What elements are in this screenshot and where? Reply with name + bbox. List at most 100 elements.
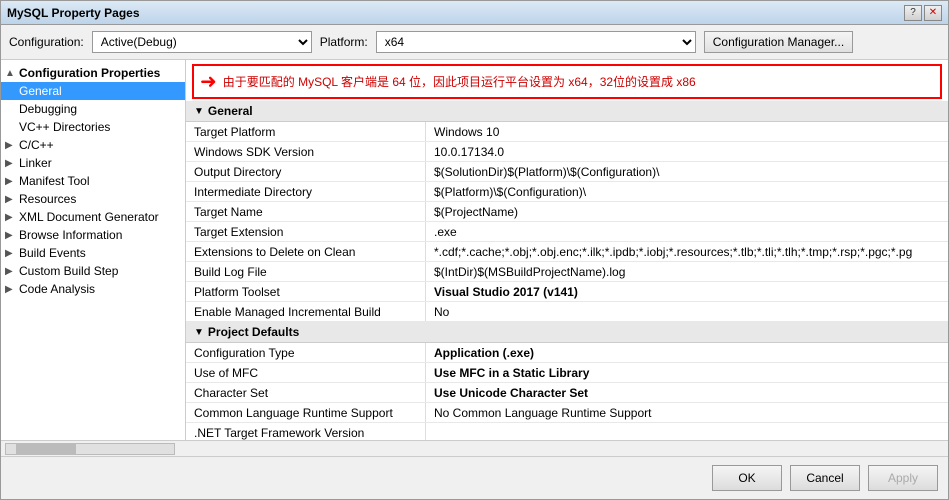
prop-name: .NET Target Framework Version <box>186 423 426 440</box>
prop-value: $(Platform)\$(Configuration)\ <box>426 182 948 201</box>
prop-value: *.cdf;*.cache;*.obj;*.obj.enc;*.ilk;*.ip… <box>426 242 948 261</box>
prop-name: Common Language Runtime Support <box>186 403 426 422</box>
prop-build-log: Build Log File $(IntDir)$(MSBuildProject… <box>186 262 948 282</box>
scrollbar-track[interactable] <box>5 443 175 455</box>
prop-target-platform: Target Platform Windows 10 <box>186 122 948 142</box>
build-expand-icon: ▶ <box>5 248 19 259</box>
tree-item-manifest-tool[interactable]: ▶ Manifest Tool <box>1 172 185 190</box>
tree-item-custom-build-label: Custom Build Step <box>19 264 118 278</box>
prop-value: Use Unicode Character Set <box>426 383 948 402</box>
prop-output-dir: Output Directory $(SolutionDir)$(Platfor… <box>186 162 948 182</box>
prop-name: Target Name <box>186 202 426 221</box>
prop-use-mfc: Use of MFC Use MFC in a Static Library <box>186 363 948 383</box>
tree-item-browse-label: Browse Information <box>19 228 122 242</box>
config-label: Configuration: <box>9 35 84 49</box>
tree-item-linker[interactable]: ▶ Linker <box>1 154 185 172</box>
prop-name: Target Extension <box>186 222 426 241</box>
prop-value: 10.0.17134.0 <box>426 142 948 161</box>
apply-button[interactable]: Apply <box>868 465 938 491</box>
tree-item-build-events-label: Build Events <box>19 246 86 260</box>
general-section-label: General <box>208 104 253 118</box>
tree-item-cpp[interactable]: ▶ C/C++ <box>1 136 185 154</box>
tree-item-browse-info[interactable]: ▶ Browse Information <box>1 226 185 244</box>
prop-value: No <box>426 302 948 321</box>
prop-value: $(SolutionDir)$(Platform)\$(Configuratio… <box>426 162 948 181</box>
prop-value: $(IntDir)$(MSBuildProjectName).log <box>426 262 948 281</box>
close-button[interactable]: ✕ <box>924 5 942 21</box>
general-collapse-icon: ▼ <box>194 106 204 117</box>
scrollbar-thumb[interactable] <box>16 444 76 454</box>
prop-intermediate-dir: Intermediate Directory $(Platform)\$(Con… <box>186 182 948 202</box>
tree-panel: ▲ Configuration Properties General Debug… <box>1 60 186 440</box>
annotation-arrow: ➜ <box>200 69 217 94</box>
defaults-collapse-icon: ▼ <box>194 327 204 338</box>
config-manager-button[interactable]: Configuration Manager... <box>704 31 853 53</box>
prop-value: .exe <box>426 222 948 241</box>
project-defaults-label: Project Defaults <box>208 325 299 339</box>
prop-value <box>426 423 948 440</box>
help-button[interactable]: ? <box>904 5 922 21</box>
prop-name: Build Log File <box>186 262 426 281</box>
prop-name: Windows SDK Version <box>186 142 426 161</box>
tree-item-general-label: General <box>19 84 62 98</box>
properties-panel: ➜ 由于要匹配的 MySQL 客户端是 64 位，因此项目运行平台设置为 x64… <box>186 60 948 440</box>
manifest-expand-icon: ▶ <box>5 176 19 187</box>
prop-name: Platform Toolset <box>186 282 426 301</box>
ok-button[interactable]: OK <box>712 465 782 491</box>
prop-value: No Common Language Runtime Support <box>426 403 948 422</box>
tree-item-resources-label: Resources <box>19 192 76 206</box>
tree-item-xml-doc-label: XML Document Generator <box>19 210 159 224</box>
prop-name: Extensions to Delete on Clean <box>186 242 426 261</box>
title-bar-buttons: ? ✕ <box>904 5 942 21</box>
tree-root[interactable]: ▲ Configuration Properties <box>1 64 185 82</box>
prop-name: Use of MFC <box>186 363 426 382</box>
expand-icon: ▲ <box>5 68 19 79</box>
tree-item-custom-build[interactable]: ▶ Custom Build Step <box>1 262 185 280</box>
footer: OK Cancel Apply <box>1 456 948 499</box>
tree-item-resources[interactable]: ▶ Resources <box>1 190 185 208</box>
general-section-header: ▼ General <box>186 101 948 122</box>
prop-platform-toolset: Platform Toolset Visual Studio 2017 (v14… <box>186 282 948 302</box>
prop-config-type: Configuration Type Application (.exe) <box>186 343 948 363</box>
title-bar: MySQL Property Pages ? ✕ <box>1 1 948 25</box>
resources-expand-icon: ▶ <box>5 194 19 205</box>
tree-item-linker-label: Linker <box>19 156 52 170</box>
prop-value: $(ProjectName) <box>426 202 948 221</box>
toolbar: Configuration: Active(Debug) Platform: x… <box>1 25 948 60</box>
tree-item-general[interactable]: General <box>1 82 185 100</box>
cpp-expand-icon: ▶ <box>5 140 19 151</box>
tree-item-xml-doc[interactable]: ▶ XML Document Generator <box>1 208 185 226</box>
prop-value: Visual Studio 2017 (v141) <box>426 282 948 301</box>
prop-clr-support: Common Language Runtime Support No Commo… <box>186 403 948 423</box>
prop-name: Enable Managed Incremental Build <box>186 302 426 321</box>
annotation-box: ➜ 由于要匹配的 MySQL 客户端是 64 位，因此项目运行平台设置为 x64… <box>192 64 942 99</box>
prop-sdk-version: Windows SDK Version 10.0.17134.0 <box>186 142 948 162</box>
main-window: MySQL Property Pages ? ✕ Configuration: … <box>0 0 949 500</box>
prop-char-set: Character Set Use Unicode Character Set <box>186 383 948 403</box>
prop-name: Configuration Type <box>186 343 426 362</box>
scrollbar-area <box>1 440 948 456</box>
prop-value: Windows 10 <box>426 122 948 141</box>
tree-item-code-analysis[interactable]: ▶ Code Analysis <box>1 280 185 298</box>
tree-item-debugging[interactable]: Debugging <box>1 100 185 118</box>
prop-target-name: Target Name $(ProjectName) <box>186 202 948 222</box>
prop-extensions-delete: Extensions to Delete on Clean *.cdf;*.ca… <box>186 242 948 262</box>
code-expand-icon: ▶ <box>5 284 19 295</box>
platform-select[interactable]: x64 <box>376 31 696 53</box>
config-select[interactable]: Active(Debug) <box>92 31 312 53</box>
annotation-text: 由于要匹配的 MySQL 客户端是 64 位，因此项目运行平台设置为 x64，3… <box>223 73 696 90</box>
tree-item-manifest-label: Manifest Tool <box>19 174 89 188</box>
linker-expand-icon: ▶ <box>5 158 19 169</box>
prop-target-ext: Target Extension .exe <box>186 222 948 242</box>
tree-item-build-events[interactable]: ▶ Build Events <box>1 244 185 262</box>
tree-item-vcpp-dirs[interactable]: VC++ Directories <box>1 118 185 136</box>
prop-net-framework: .NET Target Framework Version <box>186 423 948 440</box>
platform-label: Platform: <box>320 35 368 49</box>
prop-name: Intermediate Directory <box>186 182 426 201</box>
cancel-button[interactable]: Cancel <box>790 465 860 491</box>
xmldoc-expand-icon: ▶ <box>5 212 19 223</box>
prop-name: Character Set <box>186 383 426 402</box>
project-defaults-section-header: ▼ Project Defaults <box>186 322 948 343</box>
browse-expand-icon: ▶ <box>5 230 19 241</box>
prop-value: Use MFC in a Static Library <box>426 363 948 382</box>
